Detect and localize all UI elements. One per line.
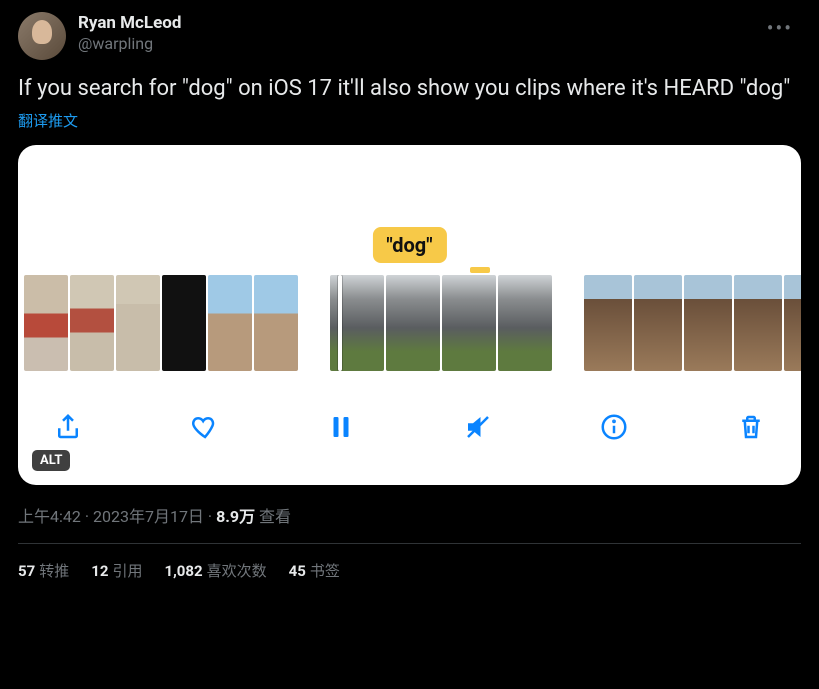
engagement-stats: 57转推 12引用 1,082喜欢次数 45书签 (18, 544, 801, 597)
timeline-frame (684, 275, 732, 371)
media-card[interactable]: "dog" (18, 145, 801, 485)
clip-group-3[interactable] (584, 275, 801, 371)
timeline-frame (254, 275, 298, 371)
stat-quotes[interactable]: 12引用 (91, 560, 142, 581)
timeline-frame (584, 275, 632, 371)
timeline-frame (386, 275, 440, 371)
share-icon[interactable] (50, 409, 86, 445)
display-name: Ryan McLeod (78, 12, 747, 34)
playhead-marker-top (470, 267, 490, 273)
tweet-header: Ryan McLeod @warpling ••• (18, 12, 801, 60)
info-icon[interactable] (596, 409, 632, 445)
timeline-frame (784, 275, 801, 371)
author-names[interactable]: Ryan McLeod @warpling (78, 12, 747, 55)
timeline-frame (208, 275, 252, 371)
heart-icon[interactable] (187, 409, 223, 445)
timeline-frame (498, 275, 552, 371)
timeline-frame (24, 275, 68, 371)
tweet-container: Ryan McLeod @warpling ••• If you search … (0, 0, 819, 597)
stat-bookmarks[interactable]: 45书签 (289, 560, 340, 581)
timeline-frame (634, 275, 682, 371)
translate-link[interactable]: 翻译推文 (18, 110, 801, 131)
more-icon[interactable]: ••• (759, 12, 801, 44)
avatar[interactable] (18, 12, 66, 60)
views-label: 查看 (255, 507, 291, 526)
tweet-text: If you search for "dog" on iOS 17 it'll … (18, 74, 801, 104)
clip-group-2[interactable] (330, 275, 552, 371)
timeline-frame (162, 275, 206, 371)
timeline-frame (734, 275, 782, 371)
pause-icon[interactable] (323, 409, 359, 445)
caption-pill: "dog" (372, 227, 446, 263)
playhead[interactable] (338, 275, 342, 371)
alt-badge[interactable]: ALT (32, 450, 70, 471)
handle: @warpling (78, 34, 747, 55)
clip-group-1[interactable] (24, 275, 298, 371)
stat-retweets[interactable]: 57转推 (18, 560, 69, 581)
media-whitespace: "dog" (18, 145, 801, 275)
meta-line: 上午4:42 · 2023年7月17日 · 8.9万 查看 (18, 503, 801, 527)
stat-likes[interactable]: 1,082喜欢次数 (164, 560, 266, 581)
video-timeline[interactable] (18, 275, 801, 371)
meta-date[interactable]: 2023年7月17日 (93, 507, 204, 526)
mute-icon[interactable] (460, 409, 496, 445)
timeline-frame (116, 275, 160, 371)
trash-icon[interactable] (733, 409, 769, 445)
timeline-frame (442, 275, 496, 371)
meta-time[interactable]: 上午4:42 (18, 507, 81, 526)
views-count: 8.9万 (216, 507, 255, 526)
media-toolbar (18, 371, 801, 461)
timeline-frame (70, 275, 114, 371)
